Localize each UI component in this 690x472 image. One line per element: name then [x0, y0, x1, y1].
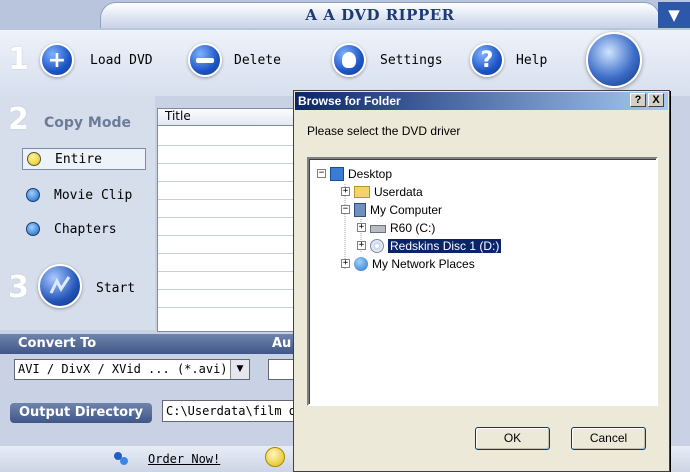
help-button[interactable]: Help — [516, 53, 547, 68]
delete-button[interactable]: Delete — [234, 53, 281, 68]
load-dvd-button[interactable]: Load DVD — [90, 53, 153, 68]
collapse-icon[interactable]: − — [341, 205, 350, 214]
dialog-cancel-button[interactable]: Cancel — [571, 427, 646, 450]
mode-movie-clip-radio[interactable]: Movie Clip — [22, 184, 146, 206]
registration-icon[interactable] — [265, 447, 285, 467]
hard-drive-icon — [370, 225, 386, 233]
tree-node-network[interactable]: + My Network Places — [341, 255, 475, 272]
tree-label-desktop: Desktop — [348, 166, 393, 181]
titles-table[interactable] — [157, 108, 298, 332]
mode-entire-radio[interactable]: Entire — [22, 148, 146, 170]
audio-label: Au — [272, 336, 292, 351]
order-now-button[interactable]: Order Now! — [148, 452, 220, 466]
settings-icon[interactable] — [332, 43, 366, 77]
minus-icon — [196, 57, 214, 63]
dialog-help-button[interactable]: ? — [630, 93, 646, 107]
mode-chapters-label: Chapters — [54, 221, 117, 237]
load-dvd-icon[interactable]: + — [40, 43, 74, 77]
tree-label-drive-d: Redskins Disc 1 (D:) — [386, 237, 503, 254]
tree-label-userdata: Userdata — [374, 184, 423, 199]
step-number-1: 1 — [8, 42, 29, 77]
dvd-logo-icon — [586, 32, 642, 88]
network-icon — [354, 256, 368, 271]
chevron-down-icon[interactable]: ▼ — [230, 360, 249, 379]
table-row — [158, 235, 298, 236]
tree-node-desktop[interactable]: − Desktop — [317, 165, 392, 182]
collapse-icon[interactable]: − — [317, 169, 326, 178]
output-directory-button[interactable]: Output Directory — [10, 403, 152, 423]
output-format-select[interactable]: AVI / DivX / XVid ... (*.avi) — [14, 359, 250, 380]
tree-label-drive-c: R60 (C:) — [390, 220, 436, 235]
order-now-label: Order Now! — [148, 452, 221, 466]
convert-to-label: Convert To — [18, 336, 97, 351]
expand-icon[interactable]: + — [357, 241, 366, 250]
convert-to-bar: Convert To Au — [0, 334, 300, 354]
table-row — [158, 145, 298, 146]
dialog-ok-button[interactable]: OK — [475, 427, 550, 450]
dialog-prompt: Please select the DVD driver — [307, 124, 461, 138]
step-number-2: 2 — [8, 102, 29, 137]
tree-label-my-computer: My Computer — [370, 202, 443, 217]
mode-entire-label: Entire — [55, 151, 102, 167]
delete-icon[interactable] — [188, 43, 222, 77]
dialog-title: Browse for Folder — [295, 92, 668, 110]
table-row — [158, 307, 298, 308]
expand-icon[interactable]: + — [341, 259, 350, 268]
copy-mode-label: Copy Mode — [44, 115, 131, 131]
expand-icon[interactable]: + — [341, 187, 350, 196]
dialog-close-button[interactable]: X — [648, 93, 664, 107]
table-row — [158, 289, 298, 290]
step-number-3: 3 — [8, 270, 29, 305]
table-row — [158, 181, 298, 182]
lightbulb-icon — [342, 52, 356, 68]
table-row — [158, 253, 298, 254]
tree-node-userdata[interactable]: + Userdata — [341, 183, 423, 200]
folder-icon — [354, 185, 370, 198]
tree-label-network: My Network Places — [372, 256, 475, 271]
table-row — [158, 217, 298, 218]
settings-button[interactable]: Settings — [380, 53, 443, 68]
mode-movie-clip-label: Movie Clip — [54, 187, 133, 203]
folder-tree[interactable]: − Desktop + Userdata − My Computer + R60… — [307, 157, 658, 406]
computer-icon — [354, 202, 366, 217]
app-title: A A DVD RIPPER — [305, 6, 455, 24]
table-row — [158, 163, 298, 164]
cart-icon[interactable] — [112, 450, 130, 466]
cd-drive-icon — [370, 238, 384, 253]
table-row — [158, 199, 298, 200]
menu-dropdown-button[interactable]: ▼ — [658, 2, 690, 28]
start-icon[interactable] — [38, 264, 82, 308]
output-directory-input[interactable]: C:\Userdata\film d — [162, 400, 308, 422]
radio-icon — [26, 222, 40, 236]
radio-icon — [26, 188, 40, 202]
desktop-icon — [330, 166, 344, 181]
radio-selected-icon — [27, 152, 41, 166]
table-header-title[interactable]: Title — [157, 108, 297, 126]
start-button[interactable]: Start — [96, 281, 135, 296]
mode-chapters-radio[interactable]: Chapters — [22, 218, 146, 240]
expand-icon[interactable]: + — [357, 223, 366, 232]
help-icon[interactable]: ? — [470, 43, 504, 77]
tree-node-drive-d[interactable]: + Redskins Disc 1 (D:) — [357, 237, 503, 254]
tree-node-drive-c[interactable]: + R60 (C:) — [357, 219, 435, 236]
tree-node-my-computer[interactable]: − My Computer — [341, 201, 442, 218]
table-row — [158, 271, 298, 272]
